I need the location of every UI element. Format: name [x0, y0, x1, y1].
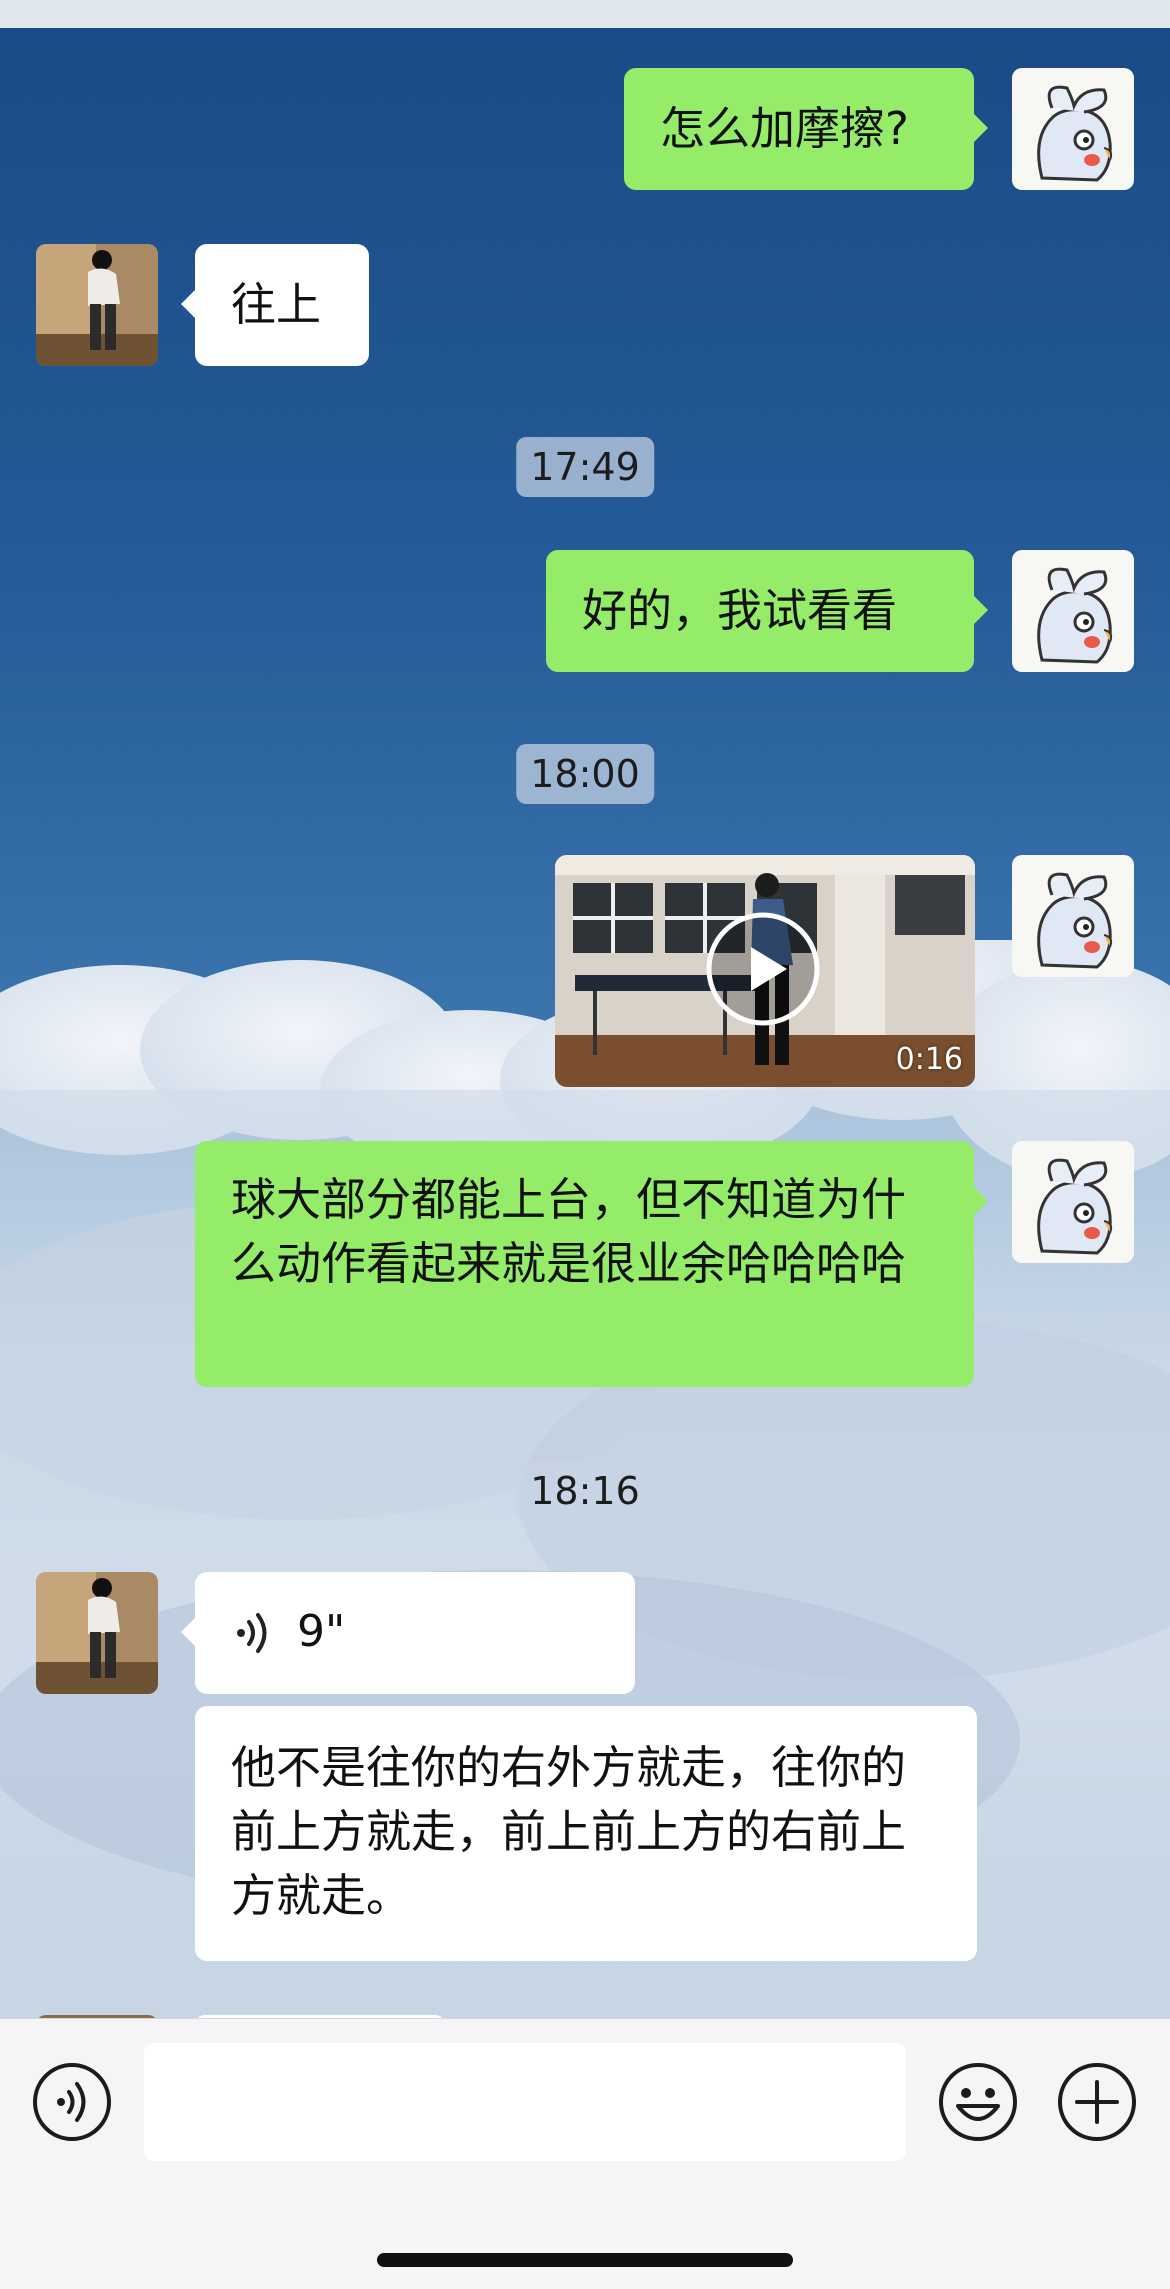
voice-message-bubble[interactable]: 9" — [181, 1572, 635, 1694]
transcription-text: 他不是往你的右外方就走，往你的前上方就走，前上前上方的右前上方就走。 — [231, 1741, 907, 1922]
sound-wave-icon — [237, 1613, 267, 1653]
message-bubble-sent[interactable]: 好的，我试看看 — [546, 550, 988, 672]
cartoon-avatar-icon — [1012, 68, 1134, 190]
voice-transcription-bubble[interactable]: 他不是往你的右外方就走，往你的前上方就走，前上前上方的右前上方就走。 — [195, 1706, 977, 1961]
emoji-icon[interactable] — [938, 2062, 1018, 2142]
contact-avatar[interactable] — [36, 1572, 158, 1694]
contact-avatar[interactable] — [36, 244, 158, 366]
cartoon-avatar-icon — [1012, 1141, 1134, 1263]
person-photo-avatar — [36, 244, 158, 366]
video-message[interactable]: 0:16 — [555, 855, 975, 1087]
message-text: 怎么加摩擦? — [660, 102, 909, 155]
my-avatar[interactable] — [1012, 1141, 1134, 1263]
timestamp: 18:16 — [516, 1461, 654, 1521]
timestamp: 17:49 — [516, 437, 654, 497]
message-text: 球大部分都能上台，但不知道为什么动作看起来就是很业余哈哈哈哈 — [231, 1173, 907, 1290]
timestamp: 18:00 — [516, 744, 654, 804]
message-text: 往上 — [231, 278, 322, 331]
message-bubble-received[interactable]: 往上 — [181, 244, 369, 366]
voice-icon[interactable] — [32, 2062, 112, 2142]
my-avatar[interactable] — [1012, 68, 1134, 190]
message-input[interactable] — [144, 2043, 906, 2161]
message-bubble-sent[interactable]: 怎么加摩擦? — [624, 68, 988, 190]
chat-input-bar — [0, 2018, 1170, 2289]
message-bubble-sent[interactable]: 球大部分都能上台，但不知道为什么动作看起来就是很业余哈哈哈哈 — [195, 1141, 988, 1387]
person-photo-avatar — [36, 1572, 158, 1694]
voice-duration: 9" — [297, 1606, 346, 1657]
home-indicator[interactable] — [377, 2253, 793, 2267]
plus-icon[interactable] — [1057, 2062, 1137, 2142]
cartoon-avatar-icon — [1012, 550, 1134, 672]
status-bar-strip — [0, 0, 1170, 28]
play-icon[interactable] — [705, 911, 821, 1027]
my-avatar[interactable] — [1012, 855, 1134, 977]
message-text: 好的，我试看看 — [582, 584, 898, 637]
video-duration: 0:16 — [895, 1042, 963, 1077]
cartoon-avatar-icon — [1012, 855, 1134, 977]
my-avatar[interactable] — [1012, 550, 1134, 672]
